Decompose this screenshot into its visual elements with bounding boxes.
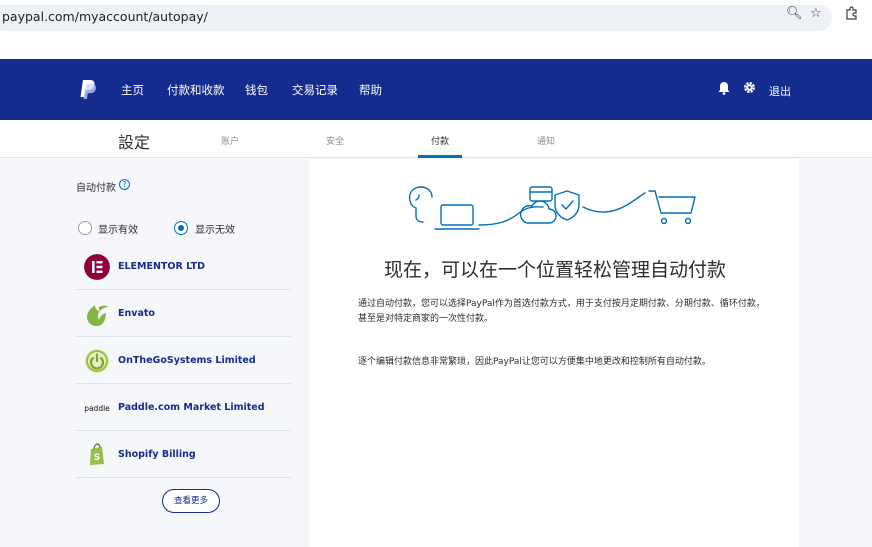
merchant-item[interactable]: ELEMENTOR LTD <box>76 244 291 290</box>
puzzle-icon[interactable] <box>845 6 859 24</box>
intro-paragraph-2: 逐个编辑付款信息非常繁琐，因此PayPal让您可以方便集中地更改和控制所有自动付… <box>358 357 711 367</box>
nav-send-receive[interactable]: 付款和收款 <box>167 82 225 98</box>
nav-home[interactable]: 主页 <box>121 82 144 98</box>
nav-help[interactable]: 帮助 <box>359 82 382 98</box>
merchant-item[interactable]: paddle Paddle.com Market Limited <box>76 385 291 431</box>
power-logo-icon <box>85 349 109 373</box>
shopify-logo-icon: S <box>90 443 104 465</box>
autopay-illustration <box>408 186 696 230</box>
logout-link[interactable]: 退出 <box>769 83 791 99</box>
autopay-intro-panel: 现在，可以在一个位置轻松管理自动付款 通过自动付款，您可以选择PayPal作为首… <box>310 159 799 547</box>
intro-paragraph: 通过自动付款，您可以选择PayPal作为首选付款方式，用于支付按月定期付款、分期… <box>358 299 765 324</box>
browser-toolbar: paypal.com/myaccount/autopay/ 🔍︎ ☆ <box>0 0 872 36</box>
nav-wallet[interactable]: 钱包 <box>245 82 268 98</box>
paddle-logo-icon: paddle <box>84 404 110 413</box>
merchant-item[interactable]: S Shopify Billing <box>76 432 291 478</box>
tab-payments[interactable]: 付款 <box>431 134 449 147</box>
autopay-sidebar: 自动付款 ? 显示有效 显示无效 ELEMENTOR LTD Envato On… <box>0 159 310 547</box>
tab-account[interactable]: 账户 <box>221 134 239 147</box>
paypal-header: 主页 付款和收款 钱包 交易记录 帮助 退出 <box>0 59 872 120</box>
merchant-name: Shopify Billing <box>118 449 196 460</box>
paypal-logo-icon[interactable] <box>79 79 97 101</box>
see-more-button[interactable]: 查看更多 <box>162 489 220 513</box>
tab-notifications[interactable]: 通知 <box>537 134 555 147</box>
filter-active-label[interactable]: 显示有效 <box>98 221 138 236</box>
star-icon[interactable]: ☆ <box>810 6 822 21</box>
gear-icon[interactable] <box>743 81 756 98</box>
bell-icon[interactable] <box>718 81 730 99</box>
filter-inactive-label[interactable]: 显示无效 <box>195 221 235 236</box>
filter-inactive-radio[interactable] <box>174 221 188 235</box>
merchant-name: ELEMENTOR LTD <box>118 261 205 272</box>
tab-security[interactable]: 安全 <box>326 134 344 147</box>
nav-activity[interactable]: 交易记录 <box>292 82 338 98</box>
filter-active-radio[interactable] <box>78 221 92 235</box>
merchant-item[interactable]: OnTheGoSystems Limited <box>76 338 291 384</box>
url-text[interactable]: paypal.com/myaccount/autopay/ <box>2 9 208 24</box>
help-icon[interactable]: ? <box>119 179 130 190</box>
page-title: 設定 <box>118 133 151 152</box>
settings-tabs-bar: 設定 账户 安全 付款 通知 <box>0 120 872 158</box>
zoom-icon[interactable]: 🔍︎ <box>786 6 803 21</box>
merchant-name: Envato <box>118 308 155 319</box>
autopay-heading: 自动付款 <box>76 183 116 194</box>
browser-spacer <box>0 36 872 59</box>
address-bar[interactable]: paypal.com/myaccount/autopay/ <box>0 5 832 31</box>
merchant-item[interactable]: Envato <box>76 291 291 337</box>
svg-text:paddle: paddle <box>84 404 110 413</box>
intro-headline: 现在，可以在一个位置轻松管理自动付款 <box>384 259 727 281</box>
svg-text:S: S <box>94 453 100 463</box>
envato-logo-icon <box>87 305 108 326</box>
active-tab-indicator <box>418 155 462 158</box>
elementor-logo-icon <box>84 254 110 280</box>
merchant-name: Paddle.com Market Limited <box>118 402 265 413</box>
merchant-name: OnTheGoSystems Limited <box>118 355 256 366</box>
